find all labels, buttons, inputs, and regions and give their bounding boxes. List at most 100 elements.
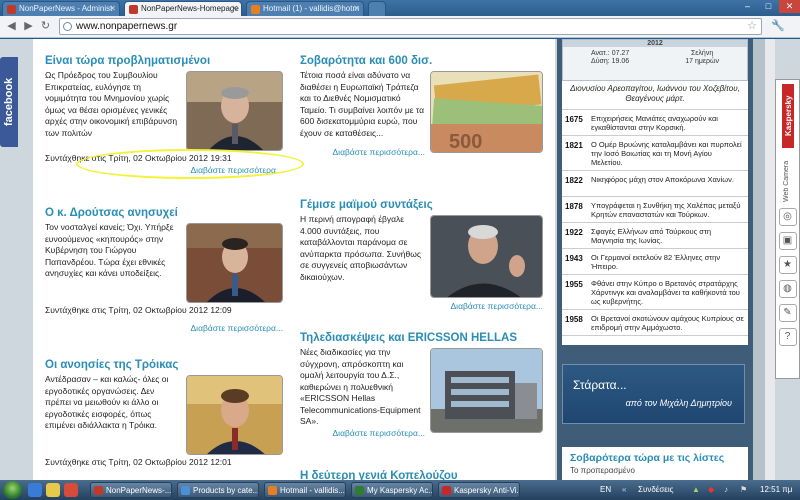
article-title[interactable]: Τηλεδιασκέψεις και ERICSSON HELLAS xyxy=(300,332,543,344)
read-more-link[interactable]: Διαβάστε περισσότερα... xyxy=(45,323,284,333)
lists-box: Σοβαρότερα τώρα με τις λίστες Το προπερα… xyxy=(562,447,748,480)
article-image[interactable]: 500 xyxy=(430,71,543,153)
taskbar-item-nonpaper[interactable]: NonPaperNews-... xyxy=(90,482,172,498)
history-row: 1822 Νικηφόρος μάχη στον Αποκόρωνα Χανίων… xyxy=(562,171,748,197)
history-year: 1943 xyxy=(565,254,583,263)
article-image[interactable] xyxy=(186,375,283,455)
svg-text:500: 500 xyxy=(449,131,482,153)
kaspersky-monitor-icon[interactable]: ▣ xyxy=(778,232,797,250)
wrench-icon[interactable]: 🔧 xyxy=(771,19,785,32)
kaspersky-star-icon[interactable]: ★ xyxy=(778,256,797,274)
article-image[interactable] xyxy=(430,215,543,298)
read-more-link[interactable]: Διαβάστε περισσότερα... xyxy=(45,165,284,175)
history-row: 1955 Φθάνει στην Κύπρο ο Βρετανός στρατάρ… xyxy=(562,275,748,310)
kaspersky-circle-icon[interactable]: ◎ xyxy=(778,208,797,226)
facebook-tab[interactable]: facebook xyxy=(0,57,18,147)
ie-quicklaunch-icon[interactable] xyxy=(28,483,42,497)
folder-quicklaunch-icon[interactable] xyxy=(46,483,60,497)
history-event: Φθάνει στην Κύπρο ο Βρετανός στρατάρχης … xyxy=(591,279,740,306)
starata-author: από τον Μιχάλη Δημητρίου xyxy=(625,398,732,408)
kaspersky-globe-icon[interactable]: ◍ xyxy=(778,280,797,298)
office-building-photo xyxy=(431,349,542,432)
history-row: 1675 Επιχειρήσεις Μανιάτες αναχωρούν και … xyxy=(562,110,748,136)
close-window-button[interactable]: ✕ xyxy=(779,0,800,13)
main-content: Είναι τώρα προβληματισμένοι Ως Πρόεδρος … xyxy=(33,39,555,480)
bookmark-star-icon[interactable]: ☆ xyxy=(747,19,757,34)
minimize-button[interactable]: – xyxy=(737,0,758,13)
reload-button[interactable]: ↻ xyxy=(38,19,53,34)
article-title[interactable]: Ο κ. Δρούτσας ανησυχεί xyxy=(45,207,283,219)
kaspersky-wrench-icon[interactable]: ✎ xyxy=(778,304,797,322)
close-tab-icon[interactable]: ✕ xyxy=(231,4,238,13)
starata-title: Στάρατα... xyxy=(573,378,627,392)
history-year: 1955 xyxy=(565,280,583,289)
connections-label[interactable]: Συνδέσεις xyxy=(638,480,673,500)
tab-homepage[interactable]: NonPaperNews-Homepage ✕ xyxy=(124,1,242,16)
address-bar[interactable]: www.nonpapernews.gr ☆ xyxy=(59,18,762,35)
kaspersky-label[interactable]: Kaspersky xyxy=(781,84,794,148)
article-image[interactable] xyxy=(186,223,283,303)
lists-subtitle: Το προπερασμένο xyxy=(570,466,635,475)
calendar-year: 2012 xyxy=(563,40,747,47)
kaspersky-help-icon[interactable]: ? xyxy=(778,328,797,346)
article-5: Οι ανοησίες της Τρόικας Αντέδρασαν – και… xyxy=(45,359,283,467)
history-year: 1922 xyxy=(565,228,583,237)
history-year: 1958 xyxy=(565,315,583,324)
tray-expand-icon[interactable]: « xyxy=(622,480,626,500)
taskbar-item-products[interactable]: Products by cate... xyxy=(177,482,259,498)
maximize-button[interactable]: □ xyxy=(758,0,779,13)
article-image[interactable] xyxy=(186,71,283,151)
close-tab-icon[interactable]: ✕ xyxy=(109,4,116,13)
taskbar-item-hotmail[interactable]: Hotmail - vallidis... xyxy=(264,482,346,498)
man-gesturing-photo xyxy=(431,216,542,297)
tab-hotmail[interactable]: Hotmail (1) - vallidis@hotm ✕ xyxy=(246,1,364,16)
sunset-text: Δύση: 19.06 xyxy=(591,58,630,65)
page-margin xyxy=(753,39,765,480)
network-icon[interactable]: ▲ xyxy=(692,480,700,500)
history-event: Υπογράφεται η Συνθήκη της Χαλέπας μεταξύ… xyxy=(591,201,741,219)
start-button[interactable] xyxy=(3,481,22,499)
man-portrait-photo xyxy=(187,72,282,150)
language-indicator[interactable]: EN xyxy=(600,480,611,500)
calendar-box: 2012 Ανατ.: 07.27 Δύση: 19.06 Σελήνη 17 … xyxy=(562,39,748,81)
flag-icon[interactable]: ⚑ xyxy=(740,480,747,500)
kaspersky-icon xyxy=(442,486,451,495)
lists-title[interactable]: Σοβαρότερα τώρα με τις λίστες xyxy=(562,447,748,464)
webcam-label[interactable]: Web Camera xyxy=(783,152,793,202)
starata-column-box[interactable]: Στάρατα... από τον Μιχάλη Δημητρίου xyxy=(562,364,745,424)
kaspersky-tray-icon[interactable]: ◆ xyxy=(708,480,714,500)
new-tab-button[interactable] xyxy=(368,1,386,16)
article-title[interactable]: Είναι τώρα προβληματισμένοι xyxy=(45,55,283,67)
article-2: Σοβαρότητα και 600 δισ. 500 Τέτοια ποσά … xyxy=(300,55,543,157)
kaspersky-panel: Kaspersky Web Camera ◎ ▣ ★ ◍ ✎ ? xyxy=(775,79,800,379)
article-title[interactable]: Σοβαρότητα και 600 δισ. xyxy=(300,55,543,67)
article-title[interactable]: Οι ανοησίες της Τρόικας xyxy=(45,359,283,371)
tab-admin[interactable]: NonPaperNews - Administ ✕ xyxy=(2,1,120,16)
volume-icon[interactable]: ♪ xyxy=(724,480,728,500)
site-favicon-icon xyxy=(7,5,16,14)
browser-toolbar: ◀ ▶ ↻ www.nonpapernews.gr ☆ 🔧 xyxy=(0,16,800,38)
history-year: 1821 xyxy=(565,141,583,150)
history-row: 1922 Σφαγές Ελλήνων από Τούρκους στη Μαγν… xyxy=(562,223,748,249)
article-image[interactable] xyxy=(430,348,543,433)
taskbar-item-my-kaspersky[interactable]: My Kaspersky Ac... xyxy=(351,482,433,498)
system-tray: EN « Συνδέσεις ▲ ◆ ♪ ⚑ 12:51 πμ xyxy=(600,480,800,500)
read-more-link[interactable]: Διαβάστε περισσότερα... xyxy=(300,301,544,311)
task-label: NonPaperNews-... xyxy=(106,486,172,495)
history-row: 1943 Οι Γερμανοί εκτελούν 82 Έλληνες στην… xyxy=(562,249,748,275)
hotmail-favicon-icon xyxy=(251,5,260,14)
tab-label: NonPaperNews-Homepage xyxy=(141,4,239,13)
history-year: 1878 xyxy=(565,202,583,211)
article-title[interactable]: Γέμισε μαϊμού συντάξεις xyxy=(300,199,543,211)
taskbar-item-kaspersky-av[interactable]: Kaspersky Anti-Vi... xyxy=(438,482,520,498)
forward-button[interactable]: ▶ xyxy=(21,19,36,34)
back-button[interactable]: ◀ xyxy=(4,19,19,34)
close-tab-icon[interactable]: ✕ xyxy=(353,4,360,13)
chrome-icon xyxy=(268,486,277,495)
history-row: 1958 Οι Βρετανοί σκοτώνουν αμάχους Κυπρίο… xyxy=(562,310,748,336)
article-title[interactable]: Η δεύτερη γενιά Κοπελούζου xyxy=(300,470,543,480)
vertical-scrollbar[interactable] xyxy=(765,39,775,480)
article-1: Είναι τώρα προβληματισμένοι Ως Πρόεδρος … xyxy=(45,55,283,175)
clock[interactable]: 12:51 πμ xyxy=(760,480,792,500)
media-quicklaunch-icon[interactable] xyxy=(64,483,78,497)
